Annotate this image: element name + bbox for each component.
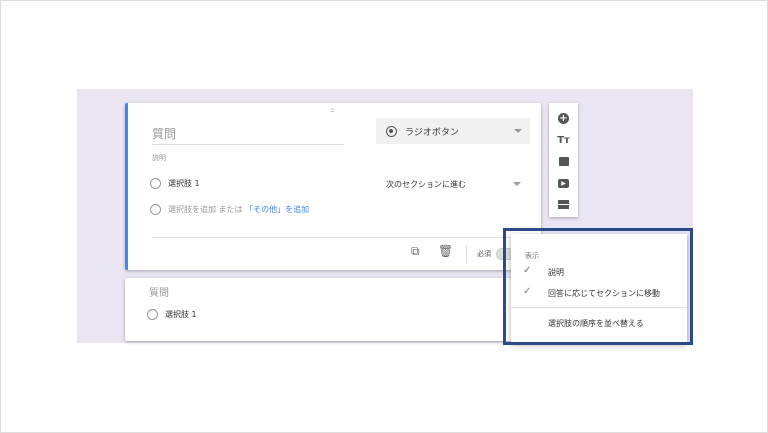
required-label: 必須 [477,249,491,259]
drag-handle-icon[interactable]: ::: [330,106,334,114]
duplicate-icon[interactable]: ⧉ [411,244,420,259]
question-card-2[interactable]: 質問 選択肢 1 [125,278,541,341]
question-type-label: ラジオボタン [405,125,459,138]
question-card[interactable]: ::: 質問 ラジオボタン 説明 選択肢 1 次のセクションに進む 選択肢を追加… [125,103,541,270]
chevron-down-icon[interactable] [513,182,521,186]
option-row[interactable]: 選択肢 1 [147,309,197,320]
option-label[interactable]: 選択肢 1 [165,309,197,320]
add-section-icon[interactable] [557,198,570,211]
add-other-link[interactable]: 「その他」を追加 [245,204,309,215]
question-type-select[interactable]: ラジオボタン [376,118,530,144]
or-text: または [219,204,243,215]
add-image-icon[interactable] [557,155,570,168]
option-row[interactable]: 選択肢 1 [150,178,200,189]
radio-icon [150,204,161,215]
add-option-link[interactable]: 選択肢を追加 [168,204,216,215]
divider [152,237,537,238]
question-title-input[interactable]: 質問 [152,125,344,145]
section-navigation-select[interactable]: 次のセクションに進む [386,179,466,190]
separator [466,245,467,263]
delete-icon[interactable]: 🗑 [438,244,453,258]
description-input[interactable]: 説明 [152,153,166,163]
section-navigation-label: 次のセクションに進む [386,180,466,189]
add-title-icon[interactable]: Tт [557,134,570,147]
question-title-input[interactable]: 質問 [149,284,341,304]
radio-button-icon [386,126,397,137]
side-toolbar: + Tт ▶ [549,103,578,217]
radio-icon [150,178,161,189]
radio-icon [147,309,158,320]
highlight-box [503,228,693,345]
add-option-row: 選択肢を追加 または 「その他」を追加 [150,204,309,215]
option-label[interactable]: 選択肢 1 [168,178,200,189]
chevron-down-icon [514,129,522,133]
add-video-icon[interactable]: ▶ [557,177,570,190]
add-question-icon[interactable]: + [557,112,570,125]
